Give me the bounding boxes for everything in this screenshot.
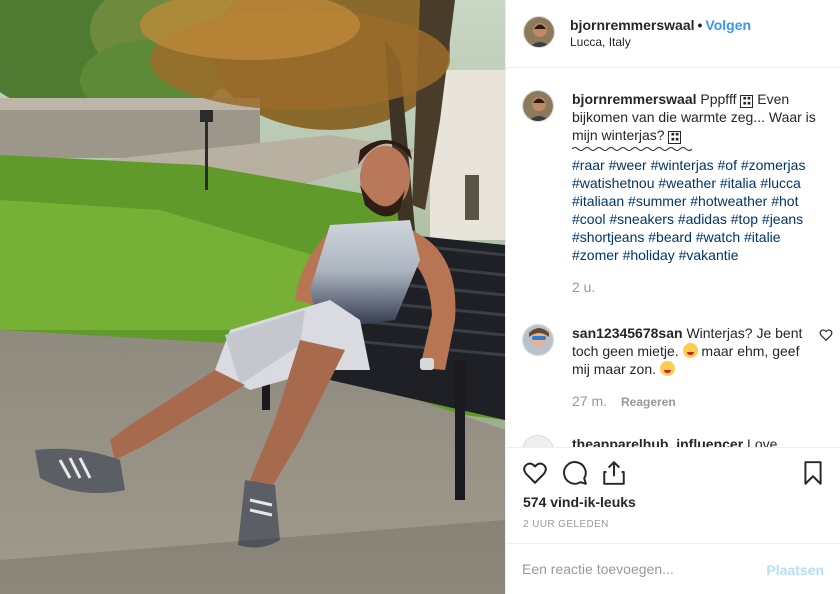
comment-username[interactable]: theapparelhub_influencer (572, 436, 743, 447)
comment-body: theapparelhub_influencer Love (572, 435, 820, 447)
author-line: bjornremmerswaal • Volgen (570, 17, 751, 33)
comment-body: san12345678san Winterjas? Je bent toch g… (572, 324, 820, 411)
post-header: bjornremmerswaal • Volgen Lucca, Italy (506, 0, 840, 68)
add-comment-bar: Plaatsen (506, 543, 840, 594)
share-icon[interactable] (601, 460, 627, 486)
emoji-placeholder-icon: ▪▪ ▪▪ (740, 95, 754, 108)
likes-count[interactable]: 574 vind-ik-leuks (523, 494, 636, 510)
caption-hashtags[interactable]: #raar #weer #winterjas #of #zomerjas #wa… (572, 156, 820, 264)
smile-emoji-icon (659, 361, 675, 376)
comments-list[interactable]: bjornremmerswaal Pppfff ▪▪ ▪▪ Even bijkom… (506, 69, 840, 447)
post-sidebar: bjornremmerswaal • Volgen Lucca, Italy bjo… (505, 0, 840, 594)
author-avatar[interactable] (523, 16, 555, 48)
comment-meta: 27 m. Reageren (572, 392, 820, 411)
post-photo[interactable] (0, 0, 505, 594)
post-timestamp[interactable]: 2 UUR GELEDEN (523, 519, 609, 530)
comment-time[interactable]: 27 m. (572, 393, 607, 409)
small-heart-icon[interactable] (819, 328, 833, 342)
caption-time[interactable]: 2 u. (572, 278, 820, 296)
commenter-avatar[interactable] (522, 324, 554, 356)
author-username[interactable]: bjornremmerswaal (570, 17, 695, 33)
comment-username[interactable]: san12345678san (572, 325, 683, 341)
bookmark-icon[interactable] (800, 460, 826, 486)
caption-username[interactable]: bjornremmerswaal (572, 91, 697, 107)
comment-icon[interactable] (562, 460, 588, 486)
commenter-avatar[interactable] (522, 435, 554, 447)
caption-text-1: Pppfff (700, 91, 737, 107)
post-location[interactable]: Lucca, Italy (570, 35, 631, 49)
caption-avatar[interactable] (522, 90, 554, 122)
heart-icon[interactable] (522, 460, 548, 486)
emoji-placeholder-icon: ▪▪ ▪▪ (668, 131, 682, 144)
separator-dot: • (697, 17, 703, 33)
reply-button[interactable]: Reageren (621, 395, 676, 409)
comment-text: Love (747, 436, 778, 447)
comment-input[interactable] (522, 554, 752, 584)
post-comment-button[interactable]: Plaatsen (766, 562, 824, 578)
follow-button[interactable]: Volgen (705, 17, 751, 33)
tongue-emoji-icon (682, 343, 698, 358)
caption-body: bjornremmerswaal Pppfff ▪▪ ▪▪ Even bijkom… (572, 90, 820, 296)
squiggle-divider-icon (572, 147, 692, 151)
